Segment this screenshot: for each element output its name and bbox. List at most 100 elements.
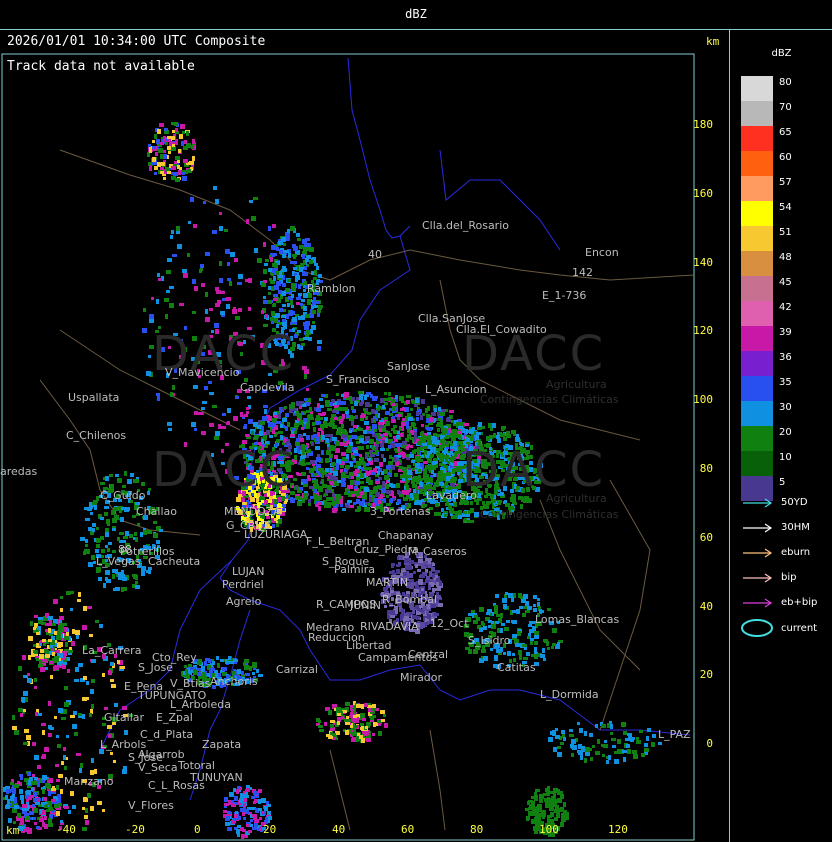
echo-cell [96, 527, 99, 530]
echo-cell [302, 254, 305, 259]
current-ellipse-icon [741, 619, 773, 637]
echo-cell [346, 415, 350, 418]
echo-cell [362, 499, 365, 503]
echo-cell [470, 436, 473, 441]
echo-cell [55, 650, 60, 653]
echo-cell [119, 532, 124, 535]
echo-cell [332, 501, 336, 506]
echo-cell [394, 457, 397, 462]
echo-cell [486, 436, 490, 441]
echo-cell [344, 443, 348, 446]
echo-cell [644, 748, 649, 752]
echo-cell [85, 820, 89, 825]
echo-cell [28, 829, 31, 832]
echo-cell [118, 572, 123, 577]
echo-cell [273, 298, 278, 301]
echo-cell [527, 498, 532, 503]
echo-cell [104, 512, 108, 516]
echo-cell [491, 624, 496, 629]
echo-cell [183, 159, 188, 163]
echo-cell [26, 790, 31, 795]
echo-cell [503, 652, 506, 655]
echo-cell [297, 330, 301, 333]
echo-cell [226, 304, 230, 309]
echo-cell [437, 422, 442, 427]
echo-cell [175, 139, 178, 142]
echo-cell [421, 563, 424, 568]
echo-cell [149, 150, 152, 153]
echo-cell [393, 419, 396, 422]
echo-cell [416, 417, 419, 421]
echo-cell [458, 510, 462, 515]
echo-cell [601, 744, 605, 747]
echo-cell [226, 297, 231, 301]
echo-cell [298, 293, 302, 296]
echo-cell [251, 216, 256, 221]
echo-cell [614, 759, 619, 764]
echo-cell [350, 480, 354, 485]
echo-cell [330, 724, 334, 728]
place-label: 142 [572, 266, 593, 279]
echo-cell [474, 512, 479, 517]
echo-cell [308, 414, 313, 419]
echo-cell [313, 473, 317, 476]
place-label: C_d_Plata [140, 728, 194, 741]
echo-cell [20, 821, 24, 825]
echo-cell [354, 471, 357, 476]
echo-cell [552, 628, 557, 633]
echo-cell [397, 414, 401, 417]
echo-cell [325, 434, 330, 437]
echo-cell [119, 478, 122, 482]
echo-cell [157, 396, 160, 401]
echo-cell [396, 569, 400, 574]
echo-cell [327, 408, 332, 411]
place-label: 40 [368, 248, 382, 261]
echo-cell [376, 481, 380, 484]
place-label: Mirador [400, 671, 443, 684]
echo-cell [481, 621, 484, 625]
echo-cell [159, 529, 163, 532]
echo-cell [360, 457, 364, 461]
echo-cell [301, 299, 305, 302]
place-label: Cacheuta [148, 555, 201, 568]
echo-cell [217, 663, 220, 668]
echo-cell [305, 238, 310, 241]
place-label: aredas [0, 465, 38, 478]
echo-cell [406, 612, 409, 615]
echo-cell [237, 669, 241, 674]
echo-cell [336, 393, 339, 396]
echo-cell [236, 396, 239, 399]
echo-cell [300, 438, 304, 442]
boundary-line [439, 149, 561, 251]
echo-cell [193, 224, 197, 228]
echo-cell [48, 639, 52, 642]
echo-cell [56, 659, 59, 662]
echo-cell [274, 499, 278, 504]
echo-cell [106, 579, 111, 583]
echo-cell [349, 715, 353, 718]
echo-cell [501, 623, 505, 626]
echo-cell [268, 286, 271, 290]
echo-cell [8, 818, 12, 823]
echo-cell [399, 396, 404, 401]
echo-cell [183, 273, 188, 278]
echo-cell [533, 595, 537, 599]
echo-cell [201, 283, 205, 287]
echo-cell [518, 650, 522, 655]
echo-cell [60, 608, 63, 612]
echo-cell [57, 630, 61, 635]
echo-cell [523, 606, 527, 609]
echo-cell [39, 654, 44, 659]
echo-cell [280, 435, 283, 440]
echo-cell [506, 431, 510, 435]
echo-cell [427, 406, 430, 411]
echo-cell [311, 271, 314, 275]
echo-cell [78, 713, 82, 716]
echo-cell [14, 784, 19, 788]
radar-map-panel[interactable]: DACC DACC DACC DACC Agricultura Continge… [0, 30, 730, 842]
boundary-line [329, 249, 695, 281]
place-label: Clla.del_Rosario [422, 219, 509, 232]
echo-cell [82, 714, 85, 719]
y-tick-label: 80 [699, 462, 713, 475]
x-tick-label: 60 [401, 823, 415, 836]
